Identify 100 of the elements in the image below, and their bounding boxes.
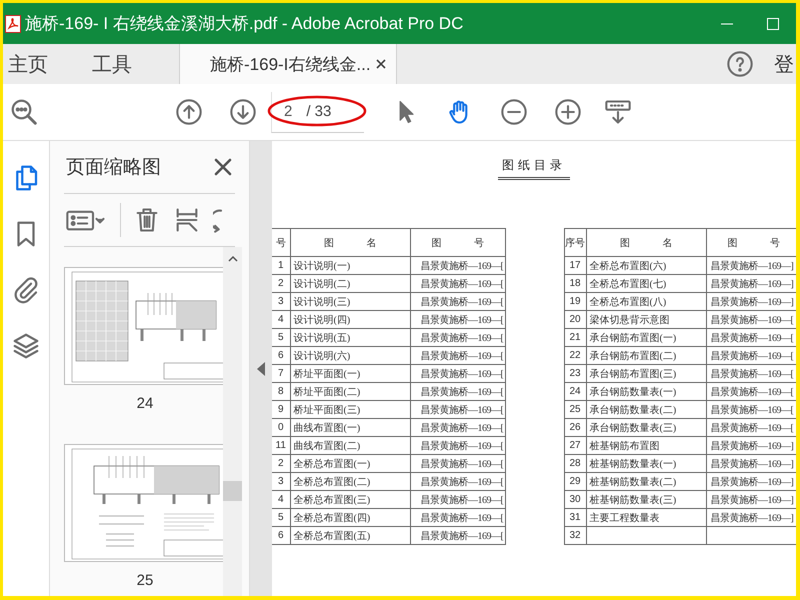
table-cell: 设计说明(六) — [290, 346, 410, 364]
table-cell: 桥址平面图(一) — [290, 364, 410, 382]
table-cell: 28 — [564, 454, 586, 472]
table-cell: 6 — [272, 526, 290, 544]
table-cell: 昌景黄施桥—169—[ — [410, 256, 505, 274]
table-cell: 昌景黄施桥—169—[ — [410, 490, 505, 508]
nav-tab[interactable]: 主页 — [3, 44, 53, 84]
table-cell: 11 — [272, 436, 290, 454]
nav-tab[interactable]: 工具 — [87, 44, 137, 84]
table-cell: 全桥总布置图(五) — [290, 526, 410, 544]
window-title: 施桥-169- I 右绕线金溪湖大桥.pdf - Adobe Acrobat Pro DC — [25, 13, 464, 35]
table-cell: 全桥总布置图(六) — [586, 256, 706, 274]
table-cell: 全桥总布置图(一) — [290, 454, 410, 472]
page-thumbnail[interactable] — [64, 267, 223, 385]
table-cell: 1 — [272, 256, 290, 274]
table-cell: 昌景黄施桥—169—[ — [410, 472, 505, 490]
table-cell: 昌景黄施桥—169—[ — [410, 508, 505, 526]
table-cell: 昌景黄施桥—169—[ — [410, 382, 505, 400]
table-cell: 9 — [272, 400, 290, 418]
table-cell: 昌景黄施桥—169—[ — [410, 400, 505, 418]
layers-icon[interactable] — [11, 331, 41, 361]
table-cell: 17 — [564, 256, 586, 274]
table-cell: 曲线布置图(一) — [290, 418, 410, 436]
page-number-label: 25 — [136, 572, 154, 589]
table-cell: 19 — [564, 292, 586, 310]
table-cell: 桩基钢筋数量表(三) — [586, 490, 706, 508]
table-cell: 4 — [272, 310, 290, 328]
pdf-app-icon — [5, 14, 21, 32]
table-cell: 梁体切悬背示意图 — [586, 310, 706, 328]
table-cell: 31 — [564, 508, 586, 526]
table-cell: 6 — [272, 346, 290, 364]
table-cell: 25 — [564, 400, 586, 418]
table-cell: 30 — [564, 490, 586, 508]
table-cell: 18 — [564, 274, 586, 292]
table-cell: 23 — [564, 364, 586, 382]
column-header: 图 号 — [706, 228, 796, 256]
table-cell: 昌景黄施桥—169—[ — [410, 526, 505, 544]
table-cell: 承台钢筋数量表(三) — [586, 418, 706, 436]
table-cell: 29 — [564, 472, 586, 490]
document-tab[interactable]: 施桥-169-I右绕线金... — [179, 44, 397, 84]
panel-title: 页面缩略图 — [65, 156, 162, 180]
page-number-label: 24 — [136, 395, 154, 412]
table-cell: 昌景黄施桥—169—[ — [410, 292, 505, 310]
table-cell: 昌景黄施桥—169—[ — [410, 418, 505, 436]
zoom-out-icon[interactable] — [500, 98, 528, 126]
table-cell: 昌景黄施桥—169—[ — [410, 274, 505, 292]
page-thumbnail[interactable] — [64, 444, 223, 562]
column-header: 图 名 — [290, 228, 410, 256]
table-cell: 4 — [272, 490, 290, 508]
table-cell: 承台钢筋布置图(一) — [586, 328, 706, 346]
table-cell: 2 — [272, 454, 290, 472]
table-cell: 5 — [272, 328, 290, 346]
table-cell: 设计说明(一) — [290, 256, 410, 274]
table-cell: 32 — [564, 526, 586, 544]
column-header: 序号 — [564, 228, 586, 256]
table-cell: 8 — [272, 382, 290, 400]
page-count: / 33 — [306, 103, 332, 120]
maximize-icon[interactable] — [767, 18, 779, 30]
table-cell: 昌景黄施桥—169—[ — [410, 364, 505, 382]
zoom-in-icon[interactable] — [554, 98, 582, 126]
table-cell: 设计说明(四) — [290, 310, 410, 328]
scroll-up-icon[interactable] — [228, 255, 238, 263]
help-icon[interactable] — [726, 50, 754, 78]
table-cell: 24 — [564, 382, 586, 400]
table-cell: 全桥总布置图(四) — [290, 508, 410, 526]
table-cell: 3 — [272, 472, 290, 490]
arrow-down-icon[interactable] — [229, 98, 257, 126]
table-cell: 设计说明(三) — [290, 292, 410, 310]
keyboard-down-icon[interactable] — [604, 98, 632, 126]
table-cell: 桥址平面图(二) — [290, 382, 410, 400]
table-cell: 桥址平面图(三) — [290, 400, 410, 418]
table-cell: 全桥总布置图(七) — [586, 274, 706, 292]
table-cell: 全桥总布置图(三) — [290, 490, 410, 508]
table-cell: 承台钢筋数量表(二) — [586, 400, 706, 418]
table-cell: 全桥总布置图(八) — [586, 292, 706, 310]
table-cell: 昌景黄施桥—169—[ — [410, 328, 505, 346]
table-cell: 0 — [272, 418, 290, 436]
account-label[interactable]: 登 — [774, 44, 796, 84]
column-header: 图 名 — [586, 228, 706, 256]
table-cell: 全桥总布置图(二) — [290, 472, 410, 490]
table-cell: 27 — [564, 436, 586, 454]
table-cell: 3 — [272, 292, 290, 310]
table-cell: 承台钢筋数量表(一) — [586, 382, 706, 400]
close-icon[interactable] — [376, 59, 386, 69]
table-cell: 昌景黄施桥—169—[ — [410, 436, 505, 454]
column-header: 号 — [272, 228, 290, 256]
table-cell: 桩基钢筋布置图 — [586, 436, 706, 454]
table-cell: 7 — [272, 364, 290, 382]
table-cell: 设计说明(五) — [290, 328, 410, 346]
arrow-up-icon[interactable] — [175, 98, 203, 126]
search-icon[interactable] — [9, 97, 39, 127]
scrollbar-thumb[interactable] — [223, 481, 242, 501]
table-cell: 26 — [564, 418, 586, 436]
table-cell: 承台钢筋布置图(二) — [586, 346, 706, 364]
table-cell: 昌景黄施桥—169—[ — [410, 346, 505, 364]
table-cell: 主要工程数量表 — [586, 508, 706, 526]
document-title: 图纸目录 — [498, 155, 570, 180]
collapse-arrow-icon[interactable] — [257, 362, 265, 376]
table-cell: 5 — [272, 508, 290, 526]
page-number-field[interactable]: 2 — [284, 103, 292, 120]
